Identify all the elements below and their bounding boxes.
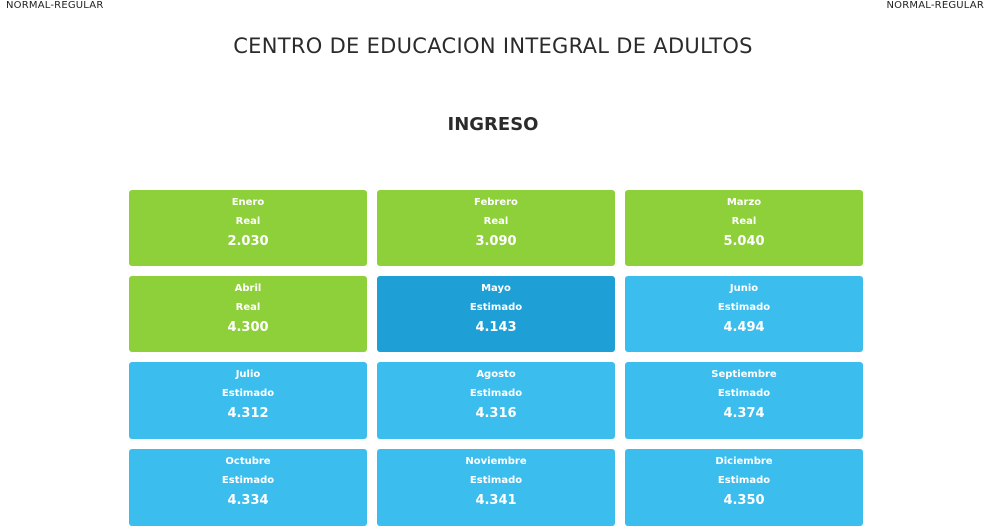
card-kind: Real: [483, 216, 509, 227]
month-card-mayo[interactable]: Mayo Estimado 4.143: [377, 276, 615, 352]
card-value: 2.030: [227, 234, 269, 249]
card-kind: Real: [235, 302, 261, 313]
card-kind: Estimado: [717, 475, 771, 486]
card-month: Marzo: [726, 197, 762, 208]
month-card-septiembre[interactable]: Septiembre Estimado 4.374: [625, 362, 863, 439]
card-month: Noviembre: [465, 456, 527, 467]
corner-label-left: NORMAL-REGULAR: [6, 0, 104, 11]
card-value: 4.316: [475, 406, 517, 421]
card-month: Septiembre: [711, 369, 777, 380]
card-kind: Estimado: [717, 302, 771, 313]
month-card-diciembre[interactable]: Diciembre Estimado 4.350: [625, 449, 863, 526]
card-value: 4.143: [475, 320, 517, 335]
card-month: Mayo: [481, 283, 511, 294]
card-month: Junio: [729, 283, 759, 294]
month-card-abril[interactable]: Abril Real 4.300: [129, 276, 367, 352]
month-card-octubre[interactable]: Octubre Estimado 4.334: [129, 449, 367, 526]
card-month: Octubre: [225, 456, 271, 467]
card-kind: Estimado: [469, 388, 523, 399]
card-value: 4.374: [723, 406, 765, 421]
card-kind: Estimado: [221, 388, 275, 399]
card-value: 4.350: [723, 493, 765, 508]
card-kind: Estimado: [469, 475, 523, 486]
month-card-grid: Enero Real 2.030 Febrero Real 3.090 Marz…: [129, 190, 863, 526]
month-card-febrero[interactable]: Febrero Real 3.090: [377, 190, 615, 266]
card-kind: Real: [731, 216, 757, 227]
card-value: 4.334: [227, 493, 269, 508]
card-value: 5.040: [723, 234, 765, 249]
card-month: Abril: [234, 283, 262, 294]
card-value: 3.090: [475, 234, 517, 249]
card-month: Enero: [231, 197, 265, 208]
month-card-noviembre[interactable]: Noviembre Estimado 4.341: [377, 449, 615, 526]
card-value: 4.494: [723, 320, 765, 335]
card-kind: Estimado: [469, 302, 523, 313]
month-card-marzo[interactable]: Marzo Real 5.040: [625, 190, 863, 266]
month-card-junio[interactable]: Junio Estimado 4.494: [625, 276, 863, 352]
section-title: INGRESO: [447, 114, 539, 135]
month-card-agosto[interactable]: Agosto Estimado 4.316: [377, 362, 615, 439]
card-month: Agosto: [476, 369, 516, 380]
card-kind: Estimado: [717, 388, 771, 399]
card-kind: Real: [235, 216, 261, 227]
corner-label-right: NORMAL-REGULAR: [886, 0, 984, 11]
card-value: 4.300: [227, 320, 269, 335]
card-value: 4.312: [227, 406, 269, 421]
month-card-julio[interactable]: Julio Estimado 4.312: [129, 362, 367, 439]
card-value: 4.341: [475, 493, 517, 508]
card-kind: Estimado: [221, 475, 275, 486]
month-card-enero[interactable]: Enero Real 2.030: [129, 190, 367, 266]
page-title: CENTRO DE EDUCACION INTEGRAL DE ADULTOS: [233, 34, 753, 58]
card-month: Febrero: [474, 197, 518, 208]
card-month: Diciembre: [715, 456, 773, 467]
card-month: Julio: [235, 369, 261, 380]
